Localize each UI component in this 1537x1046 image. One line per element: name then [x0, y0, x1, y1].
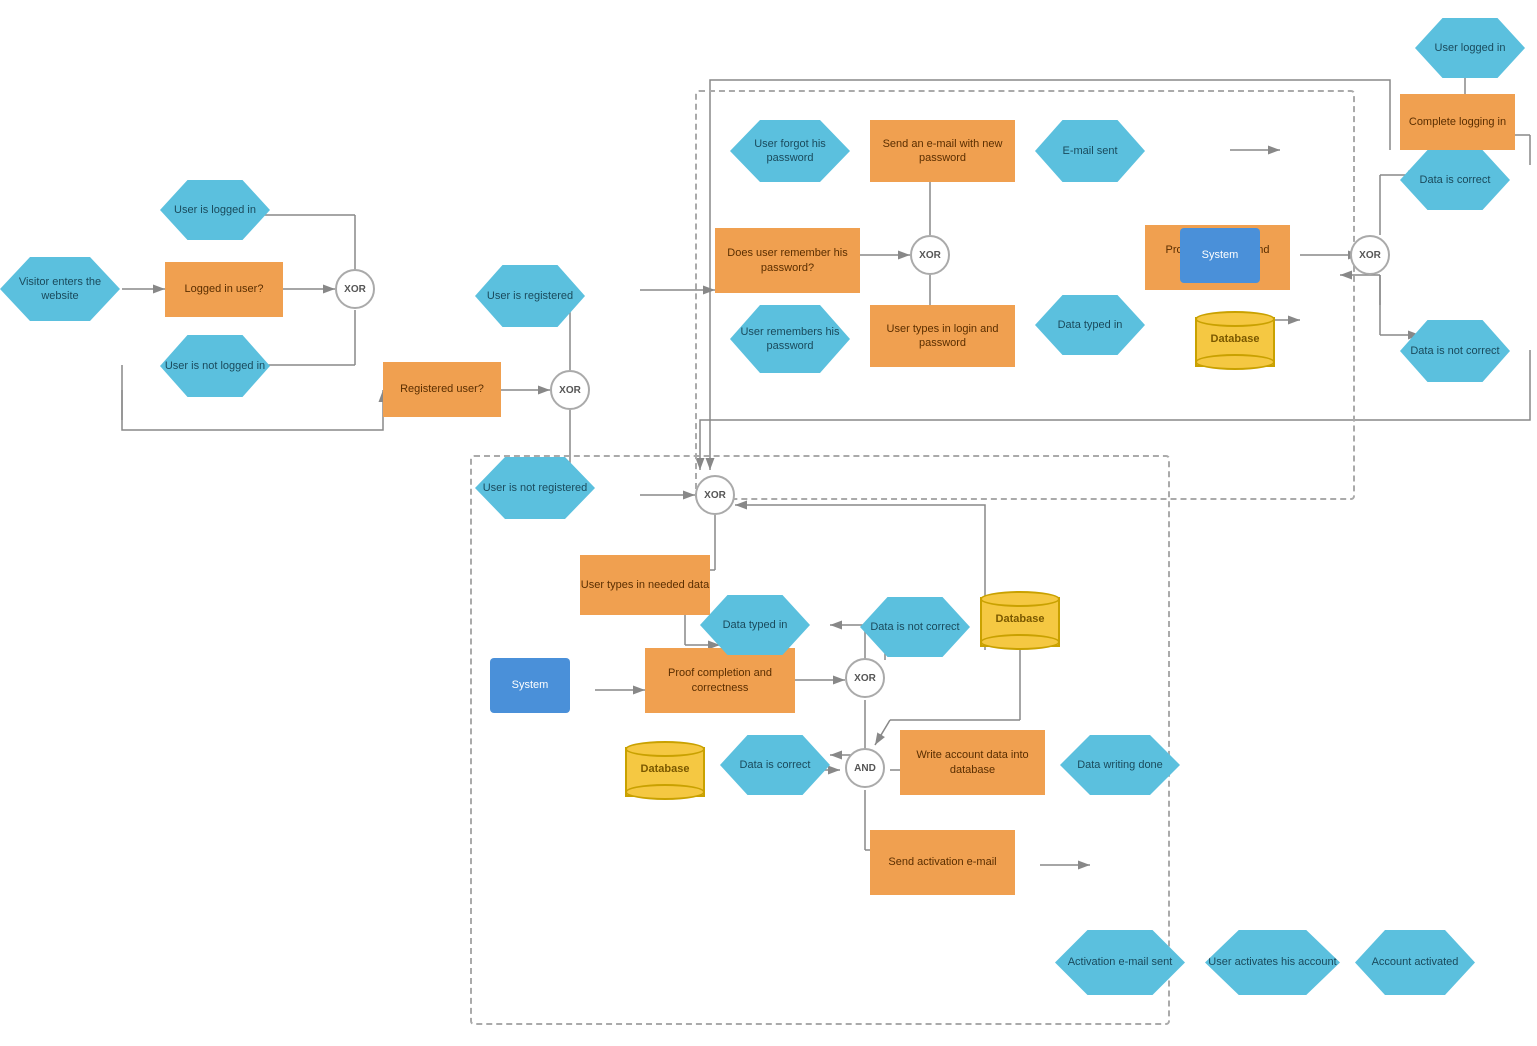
user-logged-in-final-node: User logged in	[1415, 18, 1525, 78]
complete-logging-in-node: Complete logging in	[1400, 94, 1515, 150]
user-types-needed-data-node: User types in needed data	[580, 555, 710, 615]
user-logged-in-node: User is logged in	[160, 180, 270, 240]
registration-dashed-box	[470, 455, 1170, 1025]
does-user-remember-node: Does user remember his password?	[715, 228, 860, 293]
user-activates-account-node: User activates his account	[1205, 930, 1340, 995]
xor1-node: XOR	[335, 269, 375, 309]
registered-user-node: Registered user?	[383, 362, 501, 417]
user-types-login-node: User types in login and password	[870, 305, 1015, 367]
database1-node: Database	[1195, 300, 1275, 375]
proof-completion-2-node: Proof completion and correctness	[645, 648, 795, 713]
user-not-logged-in-node: User is not logged in	[160, 335, 270, 397]
flow-diagram: Visitor enters the website Logged in use…	[0, 0, 1537, 1046]
visitor-node: Visitor enters the website	[0, 257, 120, 321]
user-registered-node: User is registered	[475, 265, 585, 327]
database2-node: Database	[625, 730, 705, 805]
send-activation-email-node: Send activation e-mail	[870, 830, 1015, 895]
xor4-node: XOR	[1350, 235, 1390, 275]
send-email-new-password-node: Send an e-mail with new password	[870, 120, 1015, 182]
write-account-data-node: Write account data into database	[900, 730, 1045, 795]
logged-in-user-node: Logged in user?	[165, 262, 283, 317]
account-activated-node: Account activated	[1355, 930, 1475, 995]
data-not-correct-1-node: Data is not correct	[1400, 320, 1510, 382]
xor5-node: XOR	[695, 475, 735, 515]
data-correct-1-node: Data is correct	[1400, 150, 1510, 210]
and1-node: AND	[845, 748, 885, 788]
xor3-node: XOR	[910, 235, 950, 275]
system2-node: System	[490, 658, 570, 713]
database3-node: Database	[980, 580, 1060, 655]
system1-node: System	[1180, 228, 1260, 283]
xor5b-node: XOR	[845, 658, 885, 698]
xor2-node: XOR	[550, 370, 590, 410]
